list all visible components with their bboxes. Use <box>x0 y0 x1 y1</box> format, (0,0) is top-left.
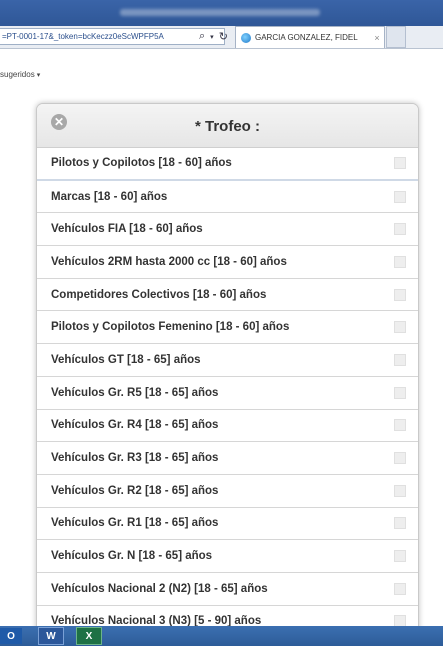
trofeo-option-label: Vehículos Gr. R1 [18 - 65] años <box>51 517 219 530</box>
trofeo-options-list: Pilotos y Copilotos [18 - 60] años Marcas… <box>37 148 418 634</box>
trofeo-option-row[interactable]: Vehículos Gr. R2 [18 - 65] años <box>37 474 418 508</box>
trofeo-option-row[interactable]: Vehículos FIA [18 - 60] años <box>37 213 418 247</box>
search-icon[interactable]: ⌕ <box>199 30 205 43</box>
trofeo-option-row[interactable]: Pilotos y Copilotos Femenino [18 - 60] a… <box>37 311 418 345</box>
trofeo-option-row[interactable]: Vehículos Gr. N [18 - 65] años <box>37 540 418 573</box>
trofeo-option-label: Marcas [18 - 60] años <box>51 190 168 203</box>
trofeo-option-checkbox[interactable] <box>394 190 406 203</box>
panel-header: ✕ * Trofeo : <box>37 104 418 148</box>
trofeo-option-checkbox[interactable] <box>394 321 406 334</box>
suggested-sites[interactable]: sugeridos ▾ <box>0 70 40 79</box>
address-actions: ⌕ ▾ ↻ <box>199 29 228 44</box>
trofeo-option-label: Pilotos y Copilotos Femenino [18 - 60] a… <box>51 321 290 334</box>
trofeo-selection-panel: ✕ * Trofeo : Pilotos y Copilotos [18 - 6… <box>36 103 419 635</box>
trofeo-option-row[interactable]: Vehículos Nacional 2 (N2) [18 - 65] años <box>37 572 418 606</box>
chevron-down-icon: ▾ <box>36 72 41 79</box>
tab-title: GARCIA GONZALEZ, FIDEL <box>255 33 358 42</box>
trofeo-option-checkbox[interactable] <box>394 484 406 497</box>
trofeo-option-row[interactable]: Vehículos Gr. R1 [18 - 65] años <box>37 507 418 541</box>
suggested-sites-label: sugeridos <box>0 70 35 79</box>
trofeo-option-row[interactable]: Vehículos GT [18 - 65] años <box>37 344 418 377</box>
trofeo-option-row[interactable]: Marcas [18 - 60] años <box>37 180 418 214</box>
trofeo-option-label: Vehículos FIA [18 - 60] años <box>51 223 203 236</box>
window-title-blurred <box>120 9 320 16</box>
url-text: =PT-0001-17&_token=bcKeczz0eScWPFP5A <box>2 32 164 41</box>
trofeo-option-row[interactable]: Vehículos Gr. R5 [18 - 65] años <box>37 376 418 410</box>
browser-tab[interactable]: GARCIA GONZALEZ, FIDEL × <box>235 26 385 48</box>
dropdown-icon[interactable]: ▾ <box>210 33 214 41</box>
trofeo-option-label: Vehículos Gr. R2 [18 - 65] años <box>51 484 219 497</box>
trofeo-option-label: Vehículos Gr. R3 [18 - 65] años <box>51 452 219 465</box>
trofeo-option-checkbox[interactable] <box>394 582 406 595</box>
address-bar-row: =PT-0001-17&_token=bcKeczz0eScWPFP5A ⌕ ▾… <box>0 26 443 49</box>
trofeo-option-checkbox[interactable] <box>394 288 406 301</box>
word-icon[interactable]: W <box>38 627 64 645</box>
trofeo-option-checkbox[interactable] <box>394 419 406 432</box>
trofeo-option-checkbox[interactable] <box>394 353 406 366</box>
trofeo-option-label: Competidores Colectivos [18 - 60] años <box>51 288 267 301</box>
trofeo-option-row[interactable]: Vehículos Gr. R3 [18 - 65] años <box>37 442 418 475</box>
panel-title: * Trofeo : <box>194 118 260 135</box>
outlook-icon[interactable]: O <box>0 628 22 644</box>
trofeo-option-checkbox[interactable] <box>394 517 406 530</box>
trofeo-option-checkbox[interactable] <box>394 550 406 563</box>
trofeo-option-row[interactable]: Competidores Colectivos [18 - 60] años <box>37 278 418 312</box>
refresh-icon[interactable]: ↻ <box>219 30 228 43</box>
tab-close-icon[interactable]: × <box>370 33 384 43</box>
trofeo-option-label: Vehículos Gr. R4 [18 - 65] años <box>51 419 219 432</box>
trofeo-option-checkbox[interactable] <box>394 157 406 170</box>
trofeo-option-checkbox[interactable] <box>394 386 406 399</box>
trofeo-option-row[interactable]: Vehículos Gr. R4 [18 - 65] años <box>37 409 418 443</box>
trofeo-option-label: Vehículos 2RM hasta 2000 cc [18 - 60] añ… <box>51 255 287 268</box>
trofeo-option-row[interactable]: Pilotos y Copilotos [18 - 60] años <box>37 148 418 181</box>
trofeo-option-checkbox[interactable] <box>394 255 406 268</box>
trofeo-option-label: Vehículos Nacional 2 (N2) [18 - 65] años <box>51 582 268 595</box>
url-field[interactable]: =PT-0001-17&_token=bcKeczz0eScWPFP5A <box>0 28 225 45</box>
new-tab-button[interactable] <box>386 26 406 48</box>
ie-favicon-icon <box>241 32 251 43</box>
trofeo-option-checkbox[interactable] <box>394 223 406 236</box>
browser-title-bar <box>0 0 443 26</box>
trofeo-option-row[interactable]: Vehículos 2RM hasta 2000 cc [18 - 60] añ… <box>37 246 418 279</box>
windows-taskbar: O W X <box>0 626 443 646</box>
trofeo-option-label: Vehículos GT [18 - 65] años <box>51 353 201 366</box>
trofeo-option-label: Vehículos Gr. N [18 - 65] años <box>51 550 213 563</box>
trofeo-option-label: Vehículos Gr. R5 [18 - 65] años <box>51 386 219 399</box>
trofeo-option-label: Pilotos y Copilotos [18 - 60] años <box>51 157 232 170</box>
excel-icon[interactable]: X <box>76 627 102 645</box>
trofeo-option-checkbox[interactable] <box>394 452 406 465</box>
